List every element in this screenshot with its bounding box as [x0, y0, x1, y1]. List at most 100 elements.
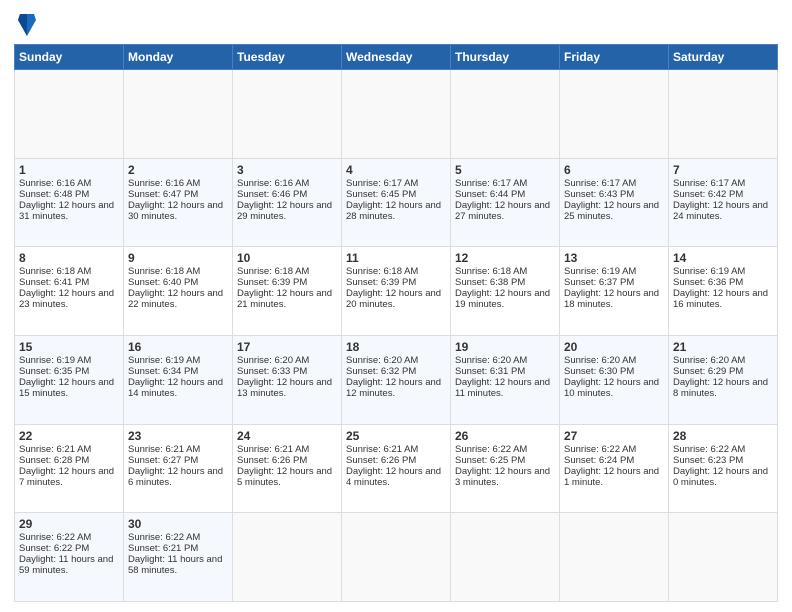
sunset-label: Sunset: 6:35 PM [19, 366, 89, 377]
day-number: 27 [564, 429, 664, 443]
calendar-cell: 21Sunrise: 6:20 AMSunset: 6:29 PMDayligh… [669, 335, 778, 424]
daylight-label: Daylight: 12 hours and 1 minute. [564, 466, 659, 488]
calendar-cell: 8Sunrise: 6:18 AMSunset: 6:41 PMDaylight… [15, 247, 124, 336]
sunrise-label: Sunrise: 6:17 AM [564, 178, 636, 189]
sunrise-label: Sunrise: 6:19 AM [19, 355, 91, 366]
day-header-thursday: Thursday [451, 45, 560, 70]
daylight-label: Daylight: 12 hours and 30 minutes. [128, 200, 223, 222]
sunset-label: Sunset: 6:26 PM [237, 455, 307, 466]
calendar-cell: 11Sunrise: 6:18 AMSunset: 6:39 PMDayligh… [342, 247, 451, 336]
sunrise-label: Sunrise: 6:20 AM [455, 355, 527, 366]
daylight-label: Daylight: 11 hours and 58 minutes. [128, 554, 222, 576]
daylight-label: Daylight: 12 hours and 10 minutes. [564, 377, 659, 399]
day-header-monday: Monday [124, 45, 233, 70]
sunrise-label: Sunrise: 6:18 AM [346, 266, 418, 277]
daylight-label: Daylight: 12 hours and 4 minutes. [346, 466, 441, 488]
sunset-label: Sunset: 6:42 PM [673, 189, 743, 200]
sunset-label: Sunset: 6:38 PM [455, 277, 525, 288]
calendar-cell: 20Sunrise: 6:20 AMSunset: 6:30 PMDayligh… [560, 335, 669, 424]
daylight-label: Daylight: 12 hours and 24 minutes. [673, 200, 768, 222]
day-header-wednesday: Wednesday [342, 45, 451, 70]
daylight-label: Daylight: 12 hours and 11 minutes. [455, 377, 550, 399]
daylight-label: Daylight: 12 hours and 25 minutes. [564, 200, 659, 222]
sunset-label: Sunset: 6:40 PM [128, 277, 198, 288]
day-number: 2 [128, 163, 228, 177]
calendar-cell [124, 70, 233, 159]
sunrise-label: Sunrise: 6:22 AM [673, 444, 745, 455]
day-number: 14 [673, 251, 773, 265]
day-number: 26 [455, 429, 555, 443]
calendar-cell: 4Sunrise: 6:17 AMSunset: 6:45 PMDaylight… [342, 158, 451, 247]
daylight-label: Daylight: 12 hours and 27 minutes. [455, 200, 550, 222]
daylight-label: Daylight: 12 hours and 31 minutes. [19, 200, 114, 222]
calendar-cell: 17Sunrise: 6:20 AMSunset: 6:33 PMDayligh… [233, 335, 342, 424]
daylight-label: Daylight: 12 hours and 22 minutes. [128, 288, 223, 310]
day-number: 25 [346, 429, 446, 443]
calendar-cell: 15Sunrise: 6:19 AMSunset: 6:35 PMDayligh… [15, 335, 124, 424]
calendar-cell [451, 70, 560, 159]
day-number: 18 [346, 340, 446, 354]
day-number: 7 [673, 163, 773, 177]
daylight-label: Daylight: 12 hours and 13 minutes. [237, 377, 332, 399]
daylight-label: Daylight: 12 hours and 3 minutes. [455, 466, 550, 488]
day-header-saturday: Saturday [669, 45, 778, 70]
day-number: 22 [19, 429, 119, 443]
calendar-cell [560, 513, 669, 602]
day-number: 16 [128, 340, 228, 354]
sunrise-label: Sunrise: 6:16 AM [19, 178, 91, 189]
daylight-label: Daylight: 12 hours and 19 minutes. [455, 288, 550, 310]
calendar-cell [669, 70, 778, 159]
day-number: 21 [673, 340, 773, 354]
sunset-label: Sunset: 6:47 PM [128, 189, 198, 200]
day-number: 8 [19, 251, 119, 265]
sunset-label: Sunset: 6:27 PM [128, 455, 198, 466]
sunrise-label: Sunrise: 6:18 AM [455, 266, 527, 277]
day-number: 6 [564, 163, 664, 177]
daylight-label: Daylight: 12 hours and 18 minutes. [564, 288, 659, 310]
calendar-cell: 29Sunrise: 6:22 AMSunset: 6:22 PMDayligh… [15, 513, 124, 602]
daylight-label: Daylight: 12 hours and 21 minutes. [237, 288, 332, 310]
sunrise-label: Sunrise: 6:22 AM [19, 532, 91, 543]
sunset-label: Sunset: 6:48 PM [19, 189, 89, 200]
day-number: 19 [455, 340, 555, 354]
calendar-cell: 16Sunrise: 6:19 AMSunset: 6:34 PMDayligh… [124, 335, 233, 424]
calendar-cell: 10Sunrise: 6:18 AMSunset: 6:39 PMDayligh… [233, 247, 342, 336]
page: SundayMondayTuesdayWednesdayThursdayFrid… [0, 0, 792, 612]
day-number: 4 [346, 163, 446, 177]
calendar-table: SundayMondayTuesdayWednesdayThursdayFrid… [14, 44, 778, 602]
calendar-cell: 25Sunrise: 6:21 AMSunset: 6:26 PMDayligh… [342, 424, 451, 513]
calendar-cell: 30Sunrise: 6:22 AMSunset: 6:21 PMDayligh… [124, 513, 233, 602]
sunrise-label: Sunrise: 6:16 AM [237, 178, 309, 189]
calendar-cell [669, 513, 778, 602]
day-number: 20 [564, 340, 664, 354]
daylight-label: Daylight: 12 hours and 28 minutes. [346, 200, 441, 222]
sunset-label: Sunset: 6:45 PM [346, 189, 416, 200]
sunset-label: Sunset: 6:36 PM [673, 277, 743, 288]
calendar-cell: 2Sunrise: 6:16 AMSunset: 6:47 PMDaylight… [124, 158, 233, 247]
calendar-cell: 28Sunrise: 6:22 AMSunset: 6:23 PMDayligh… [669, 424, 778, 513]
day-number: 1 [19, 163, 119, 177]
day-number: 12 [455, 251, 555, 265]
sunset-label: Sunset: 6:24 PM [564, 455, 634, 466]
daylight-label: Daylight: 12 hours and 12 minutes. [346, 377, 441, 399]
day-number: 15 [19, 340, 119, 354]
sunrise-label: Sunrise: 6:22 AM [455, 444, 527, 455]
sunrise-label: Sunrise: 6:18 AM [19, 266, 91, 277]
sunrise-label: Sunrise: 6:17 AM [346, 178, 418, 189]
sunset-label: Sunset: 6:31 PM [455, 366, 525, 377]
sunset-label: Sunset: 6:29 PM [673, 366, 743, 377]
sunrise-label: Sunrise: 6:20 AM [346, 355, 418, 366]
sunrise-label: Sunrise: 6:16 AM [128, 178, 200, 189]
calendar-cell: 6Sunrise: 6:17 AMSunset: 6:43 PMDaylight… [560, 158, 669, 247]
calendar-cell [560, 70, 669, 159]
calendar-cell: 18Sunrise: 6:20 AMSunset: 6:32 PMDayligh… [342, 335, 451, 424]
day-number: 28 [673, 429, 773, 443]
day-number: 5 [455, 163, 555, 177]
sunset-label: Sunset: 6:37 PM [564, 277, 634, 288]
sunrise-label: Sunrise: 6:22 AM [128, 532, 200, 543]
day-number: 10 [237, 251, 337, 265]
sunrise-label: Sunrise: 6:22 AM [564, 444, 636, 455]
sunrise-label: Sunrise: 6:19 AM [128, 355, 200, 366]
calendar-cell: 5Sunrise: 6:17 AMSunset: 6:44 PMDaylight… [451, 158, 560, 247]
sunset-label: Sunset: 6:28 PM [19, 455, 89, 466]
